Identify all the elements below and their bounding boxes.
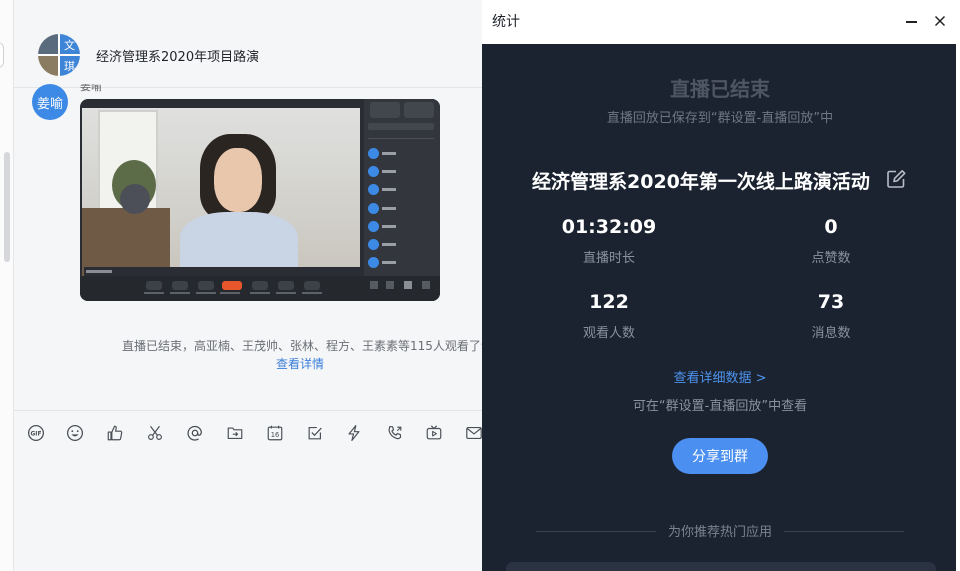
camera-button (170, 281, 190, 294)
stat-value: 01:32:09 (561, 216, 657, 238)
layout-icon (404, 281, 412, 289)
record-button (276, 281, 296, 294)
viewer-item (368, 203, 408, 214)
edge-handle (0, 42, 4, 68)
stats-window: 统计 直播已结束 直播回放已保存到“群设置-直播回放”中 经济管理系2020年第… (482, 0, 960, 571)
lightning-icon[interactable] (344, 423, 364, 443)
viewer-item (368, 257, 408, 268)
viewer-item (368, 184, 408, 195)
live-ended-system-message: 直播已结束，高亚楠、王茂帅、张林、程方、王素素等115人观看了该直 (122, 339, 482, 353)
group-avatar-tile (38, 55, 59, 76)
presenter-face (214, 148, 262, 212)
stat-value: 0 (824, 216, 838, 238)
avatar-divider (38, 54, 80, 56)
calendar-icon[interactable]: 16 (265, 423, 285, 443)
live-ended-title: 直播已结束 (670, 77, 770, 101)
member-button (250, 281, 270, 294)
video-shelf (82, 208, 170, 276)
stat-duration: 01:32:09 直播时长 (539, 216, 679, 266)
replay-saved-note: 直播回放已保存到“群设置-直播回放”中 (606, 111, 834, 126)
scrollbar-thumb[interactable] (4, 152, 10, 262)
folder-icon[interactable] (225, 423, 245, 443)
end-button (220, 281, 242, 294)
divider-line (784, 531, 904, 532)
thumbs-up-icon[interactable] (105, 423, 125, 443)
stat-label: 消息数 (811, 326, 851, 341)
share-to-group-button[interactable]: 分享到群 (672, 438, 768, 474)
calendar-day: 16 (271, 431, 280, 439)
group-avatar-tile (38, 34, 59, 55)
stat-label: 点赞数 (811, 251, 851, 266)
sender-name: 姜喻 (80, 84, 102, 92)
phone-icon[interactable] (385, 423, 405, 443)
minimize-icon (906, 21, 917, 23)
stats-titlebar: 统计 (482, 0, 960, 44)
edit-icon[interactable] (885, 168, 907, 190)
settings-icon (422, 281, 430, 289)
video-vase (120, 184, 150, 214)
viewer-item (368, 221, 408, 232)
minimize-button[interactable] (901, 12, 921, 32)
stat-label: 直播时长 (582, 251, 635, 266)
viewer-item (368, 148, 408, 159)
group-title[interactable]: 经济管理系2020年项目路演 (96, 46, 259, 65)
stat-likes: 0 点赞数 (761, 216, 901, 266)
chat-panel: 文 琪 经济管理系2020年项目路演 姜喻 姜喻 直播已结束，高亚楠、王茂帅、张… (14, 0, 482, 571)
event-title: 经济管理系2020年第一次线上路演活动 (532, 171, 870, 193)
at-icon[interactable] (185, 423, 205, 443)
emoji-icon[interactable] (65, 423, 85, 443)
stat-messages: 73 消息数 (761, 291, 901, 341)
more-button (302, 281, 322, 294)
mail-icon[interactable] (464, 423, 482, 443)
stat-label: 观看人数 (582, 326, 635, 341)
scissors-icon[interactable] (145, 423, 165, 443)
sender-avatar[interactable]: 姜喻 (32, 84, 68, 120)
viewer-item (368, 239, 408, 250)
compose-area[interactable]: GIF 16 (14, 410, 482, 571)
side-panel-buttons (368, 102, 436, 120)
gif-icon[interactable]: GIF (26, 423, 46, 443)
stat-value: 122 (589, 291, 629, 313)
left-edge-strip (0, 0, 14, 571)
recommend-card-edge (506, 562, 936, 571)
window-title: 统计 (492, 14, 520, 30)
view-details-link[interactable]: 查看详情 (276, 355, 324, 372)
group-avatar[interactable]: 文 琪 (38, 34, 80, 76)
screen-button (196, 281, 216, 294)
stat-value: 73 (817, 291, 845, 313)
replay-location-note: 可在“群设置-直播回放”中查看 (632, 399, 808, 414)
group-avatar-char: 文 (59, 34, 80, 55)
svg-text:GIF: GIF (31, 431, 42, 437)
layout-icon (370, 281, 378, 289)
view-detailed-data-link[interactable]: 查看详细数据 > (482, 367, 958, 386)
video-toolbar (80, 276, 440, 301)
group-avatar-char: 琪 (59, 55, 80, 76)
stat-viewers: 122 观看人数 (539, 291, 679, 341)
mic-button (144, 281, 164, 294)
video-side-panel (364, 99, 440, 301)
checkbox-icon[interactable] (305, 423, 325, 443)
side-panel-search (368, 123, 434, 130)
viewer-item (368, 166, 408, 177)
side-panel-tabs (368, 133, 434, 139)
chat-header: 文 琪 经济管理系2020年项目路演 (14, 0, 482, 88)
close-icon (934, 15, 946, 27)
tv-icon[interactable] (424, 423, 444, 443)
layout-icon (386, 281, 394, 289)
live-stream-card[interactable] (80, 99, 440, 301)
close-button[interactable] (930, 11, 950, 31)
live-video-thumbnail (82, 108, 360, 276)
